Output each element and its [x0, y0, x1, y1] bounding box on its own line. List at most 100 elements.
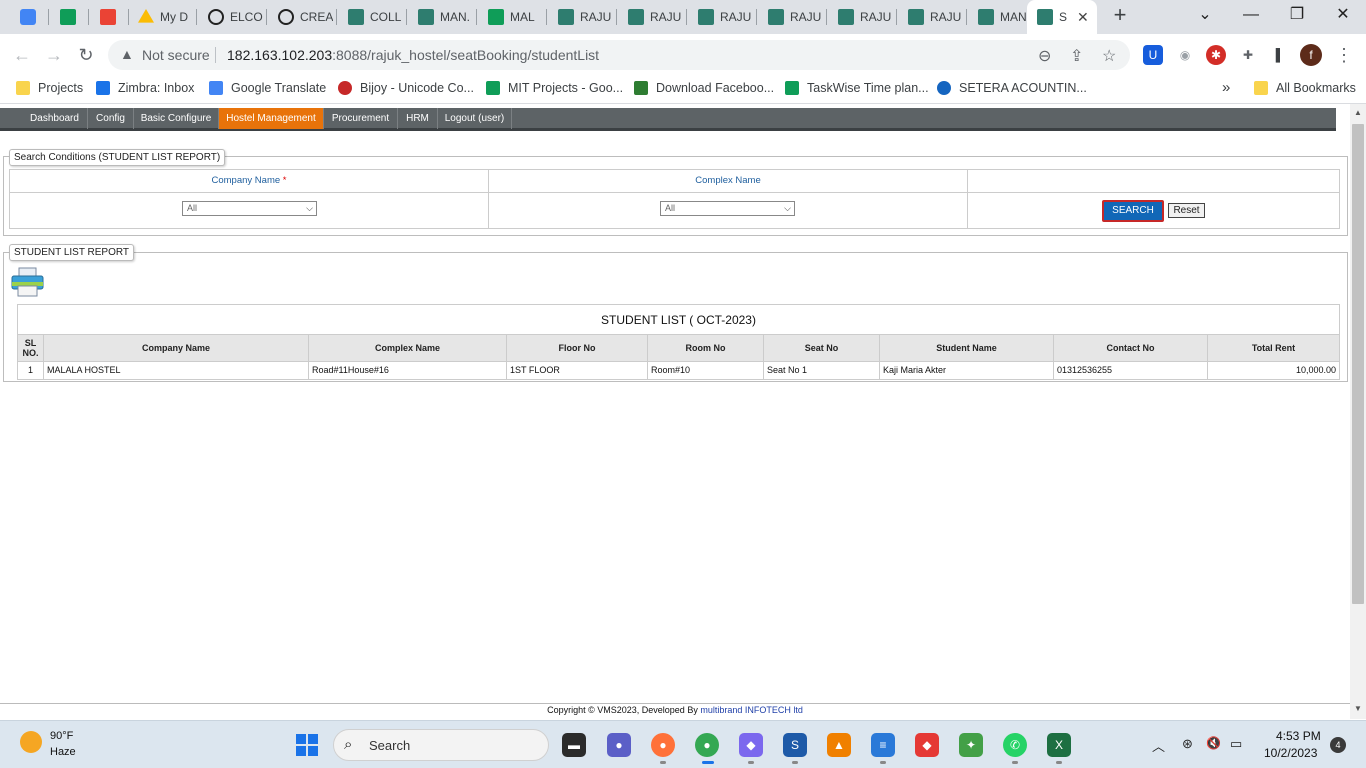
lastpass-icon[interactable]: ✱ [1206, 45, 1226, 65]
address-bar[interactable]: ▲ Not secure 182.163.102.203:8088/rajuk_… [108, 40, 1130, 70]
company-select-value: All [187, 203, 198, 213]
wifi-icon[interactable]: ⊛ [1182, 736, 1193, 752]
minimize-button[interactable]: — [1228, 0, 1274, 30]
tab-title: RAJU [860, 10, 892, 24]
tab-google-docs[interactable] [10, 0, 50, 34]
footer-brand-link[interactable]: multibrand INFOTECH ltd [700, 705, 803, 715]
weather-temperature[interactable]: 90°F [50, 730, 73, 742]
forward-button[interactable]: → [42, 43, 66, 67]
tab-raju-3[interactable]: RAJU [688, 0, 756, 34]
close-window-button[interactable]: ✕ [1320, 0, 1366, 30]
firefox-icon[interactable]: ● [651, 733, 675, 757]
company-name-select[interactable]: All ⌵ [182, 201, 317, 216]
url-text[interactable]: 182.163.102.203:8088/rajuk_hostel/seatBo… [227, 47, 599, 63]
tab-man-2[interactable]: MAN. [968, 0, 1028, 34]
file-explorer-icon[interactable]: ▬ [562, 733, 586, 757]
tray-overflow-chevron-icon[interactable]: ︿ [1152, 736, 1165, 755]
tab-mala[interactable]: MAL [478, 0, 546, 34]
scroll-up-arrow-icon[interactable]: ▲ [1350, 108, 1366, 117]
bookmark-mit-projects[interactable]: MIT Projects - Goo... [486, 81, 623, 95]
new-tab-button[interactable]: + [1108, 4, 1132, 28]
reload-button[interactable]: ↻ [74, 43, 98, 67]
printer-icon[interactable] [11, 267, 44, 297]
complex-name-select[interactable]: All ⌵ [660, 201, 795, 216]
warning-icon[interactable]: ▲ [120, 46, 134, 62]
gear-icon [937, 81, 951, 95]
tab-student-list-active[interactable]: S ✕ [1027, 0, 1097, 34]
umbrella-app-icon[interactable]: ✦ [959, 733, 983, 757]
close-tab-icon[interactable]: ✕ [1077, 9, 1089, 26]
notepad-icon[interactable]: ≡ [871, 733, 895, 757]
menu-basic-configure[interactable]: Basic Configure [134, 108, 219, 129]
chrome-icon[interactable]: ● [695, 733, 719, 757]
restore-button[interactable]: ❐ [1274, 0, 1320, 30]
bookmark-star-icon[interactable]: ☆ [1102, 46, 1116, 66]
bookmark-download-facebook[interactable]: Download Faceboo... [634, 81, 774, 95]
volume-muted-icon[interactable]: 🔇 [1206, 736, 1221, 750]
bookmark-label: Projects [38, 81, 84, 95]
taskbar-search[interactable]: ⌕ Search [333, 729, 549, 761]
tab-raju-5[interactable]: RAJU [828, 0, 896, 34]
notification-badge[interactable]: 4 [1330, 737, 1346, 753]
tab-coll[interactable]: COLL [338, 0, 406, 34]
bookmarks-overflow-button[interactable]: » [1222, 79, 1230, 96]
start-button[interactable] [296, 734, 318, 756]
profile-avatar[interactable]: f [1300, 44, 1322, 66]
tab-man[interactable]: MAN. [408, 0, 476, 34]
menu-procurement[interactable]: Procurement [324, 108, 398, 129]
anydesk-icon[interactable]: ◆ [915, 733, 939, 757]
page-scrollbar[interactable]: ▲ ▼ [1350, 104, 1366, 719]
bitwarden-icon[interactable]: U [1143, 45, 1163, 65]
app-menu-bar: Dashboard Config Basic Configure Hostel … [0, 108, 1336, 131]
app-s-icon[interactable]: S [783, 733, 807, 757]
tab-raju-6[interactable]: RAJU [898, 0, 966, 34]
menu-logout[interactable]: Logout (user) [438, 108, 512, 129]
menu-config[interactable]: Config [88, 108, 134, 129]
all-bookmarks[interactable]: All Bookmarks [1254, 81, 1356, 95]
bookmark-taskwise[interactable]: TaskWise Time plan... [785, 81, 929, 95]
tab-raju-1[interactable]: RAJU [548, 0, 616, 34]
extensions-puzzle-icon[interactable]: ✚ [1238, 45, 1258, 65]
whatsapp-icon[interactable]: ✆ [1003, 733, 1027, 757]
translate-icon [209, 81, 223, 95]
tab-elco[interactable]: ELCO [198, 0, 266, 34]
side-panel-icon[interactable]: ▌ [1270, 45, 1290, 65]
scroll-thumb[interactable] [1352, 124, 1364, 604]
battery-icon[interactable]: ▭ [1230, 736, 1242, 752]
tab-gmail[interactable] [90, 0, 128, 34]
tab-raju-2[interactable]: RAJU [618, 0, 686, 34]
column-header-room: Room No [648, 335, 764, 362]
vlc-icon[interactable]: ▲ [827, 733, 851, 757]
bookmark-setera[interactable]: SETERA ACOUNTIN... [937, 81, 1087, 95]
weather-haze-icon[interactable] [20, 731, 42, 753]
table-cell-seat: Seat No 1 [764, 362, 880, 379]
menu-hrm[interactable]: HRM [398, 108, 438, 129]
tab-sheets[interactable] [50, 0, 88, 34]
camera-icon[interactable]: ◉ [1175, 45, 1195, 65]
search-button[interactable]: SEARCH [1102, 200, 1164, 222]
menu-hostel-management[interactable]: Hostel Management [219, 108, 324, 129]
tab-raju-4[interactable]: RAJU [758, 0, 826, 34]
weather-description[interactable]: Haze [50, 746, 76, 758]
teams-icon[interactable]: ● [607, 733, 631, 757]
bookmark-google-translate[interactable]: Google Translate [209, 81, 326, 95]
clock-time[interactable]: 4:53 PM [1276, 729, 1321, 743]
bookmark-projects[interactable]: Projects [16, 81, 83, 95]
browser-menu-icon[interactable]: ⋮ [1332, 43, 1356, 67]
clock-date[interactable]: 10/2/2023 [1264, 746, 1317, 760]
reset-button[interactable]: Reset [1168, 203, 1205, 218]
bookmark-zimbra[interactable]: Zimbra: Inbox [96, 81, 194, 95]
tab-crea[interactable]: CREA [268, 0, 336, 34]
clickup-icon[interactable]: ◆ [739, 733, 763, 757]
zoom-icon[interactable]: ⊖ [1038, 46, 1051, 66]
tab-my-drive[interactable]: My D [128, 0, 196, 34]
scroll-down-arrow-icon[interactable]: ▼ [1350, 704, 1366, 713]
excel-icon[interactable]: X [1047, 733, 1071, 757]
bookmark-bijoy[interactable]: Bijoy - Unicode Co... [338, 81, 474, 95]
back-button[interactable]: ← [10, 43, 34, 67]
share-icon[interactable]: ⇪ [1070, 46, 1083, 66]
menu-dashboard[interactable]: Dashboard [22, 108, 88, 129]
actions-header [968, 170, 1339, 193]
security-label[interactable]: Not secure [142, 47, 210, 63]
tab-search-dropdown-icon[interactable]: ⌄ [1182, 0, 1228, 30]
